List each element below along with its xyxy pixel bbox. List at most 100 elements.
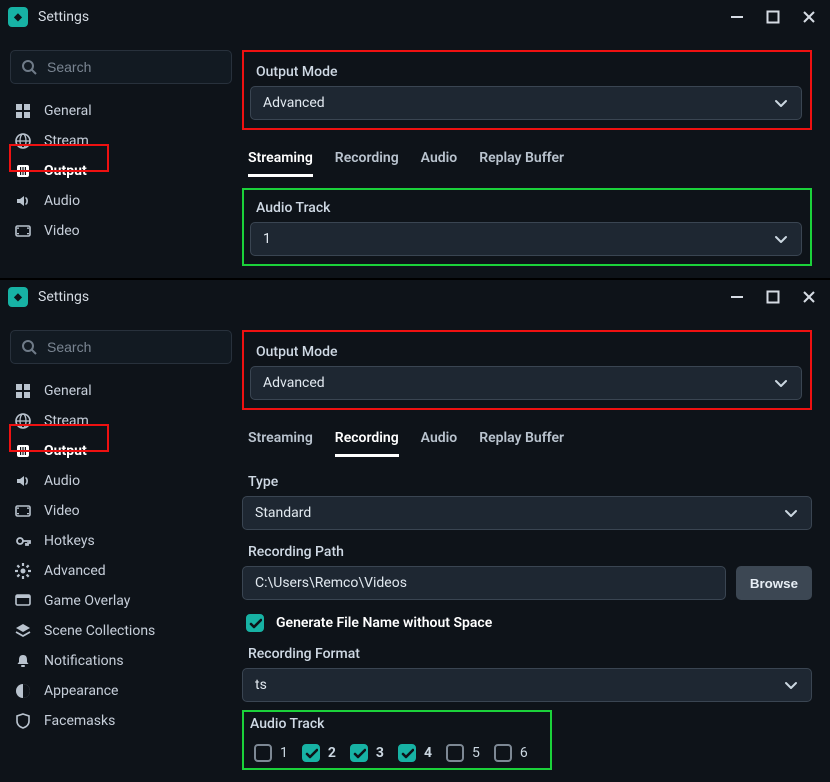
- track-1-label: 1: [280, 745, 288, 761]
- sidebar-item-advanced[interactable]: Advanced: [10, 556, 232, 586]
- sidebar-item-general[interactable]: General: [10, 96, 232, 126]
- close-button[interactable]: [800, 8, 818, 26]
- sidebar-item-audio[interactable]: Audio: [10, 186, 232, 216]
- recording-format-label: Recording Format: [242, 640, 812, 668]
- sidebar-item-label: Scene Collections: [44, 623, 155, 639]
- recording-format-select[interactable]: ts: [242, 668, 812, 702]
- speaker-icon: [14, 192, 32, 210]
- sidebar-item-facemasks[interactable]: Facemasks: [10, 706, 232, 736]
- tab-streaming[interactable]: Streaming: [248, 430, 313, 457]
- output-mode-select[interactable]: Advanced: [250, 86, 802, 120]
- settings-window-bottom: ◆ Settings General Stream Output Audio V…: [0, 280, 830, 782]
- output-mode-label: Output Mode: [250, 338, 802, 366]
- sidebar-item-label: Appearance: [44, 683, 118, 699]
- main-panel: Output Mode Advanced Streaming Recording…: [242, 34, 830, 278]
- search-field[interactable]: [47, 339, 221, 355]
- sidebar-item-label: Output: [44, 443, 87, 459]
- sidebar: General Stream Output Audio Video Hotkey…: [0, 314, 242, 782]
- sidebar-item-label: Advanced: [44, 563, 106, 579]
- audio-track-label: Audio Track: [244, 712, 550, 738]
- output-mode-value: Advanced: [263, 375, 325, 391]
- film-icon: [14, 222, 32, 240]
- sidebar-item-stream[interactable]: Stream: [10, 406, 232, 436]
- audio-track-checkbox-row: 1 2 3 4 5 6: [244, 738, 550, 768]
- output-icon: [14, 162, 32, 180]
- tab-replay-buffer[interactable]: Replay Buffer: [479, 430, 564, 457]
- sidebar-item-audio[interactable]: Audio: [10, 466, 232, 496]
- speaker-icon: [14, 472, 32, 490]
- maximize-button[interactable]: [764, 8, 782, 26]
- recording-path-label: Recording Path: [242, 538, 812, 566]
- shield-icon: [14, 712, 32, 730]
- search-input[interactable]: [10, 50, 232, 84]
- recording-path-input[interactable]: C:\Users\Remco\Videos: [242, 566, 726, 600]
- track-3-checkbox[interactable]: [350, 744, 368, 762]
- minimize-button[interactable]: [728, 288, 746, 306]
- browse-button[interactable]: Browse: [736, 566, 812, 600]
- type-label: Type: [242, 468, 812, 496]
- type-select[interactable]: Standard: [242, 496, 812, 530]
- bell-icon: [14, 652, 32, 670]
- track-2-checkbox[interactable]: [302, 744, 320, 762]
- sidebar-item-appearance[interactable]: Appearance: [10, 676, 232, 706]
- highlight-output-mode: Output Mode Advanced: [242, 50, 812, 130]
- sidebar-item-label: Notifications: [44, 653, 124, 669]
- layers-icon: [14, 622, 32, 640]
- track-6-checkbox[interactable]: [494, 744, 512, 762]
- chevron-down-icon: [773, 95, 789, 111]
- highlight-audio-track: Audio Track 1: [242, 188, 812, 266]
- audio-track-value: 1: [263, 231, 271, 247]
- sidebar-item-video[interactable]: Video: [10, 216, 232, 246]
- track-5-label: 5: [472, 745, 480, 761]
- audio-track-select[interactable]: 1: [250, 222, 802, 256]
- sidebar-item-label: General: [44, 103, 92, 119]
- sidebar-item-scene-collections[interactable]: Scene Collections: [10, 616, 232, 646]
- tab-replay-buffer[interactable]: Replay Buffer: [479, 150, 564, 177]
- search-field[interactable]: [47, 59, 221, 75]
- sidebar-item-label: Facemasks: [44, 713, 115, 729]
- track-1-checkbox[interactable]: [254, 744, 272, 762]
- main-panel: Output Mode Advanced Streaming Recording…: [242, 314, 830, 782]
- tab-audio[interactable]: Audio: [421, 430, 458, 457]
- track-2-label: 2: [328, 745, 336, 761]
- sidebar-item-label: Hotkeys: [44, 533, 95, 549]
- chevron-down-icon: [773, 375, 789, 391]
- tab-streaming[interactable]: Streaming: [248, 150, 313, 177]
- output-mode-select[interactable]: Advanced: [250, 366, 802, 400]
- sidebar-item-hotkeys[interactable]: Hotkeys: [10, 526, 232, 556]
- close-button[interactable]: [800, 288, 818, 306]
- generate-filename-checkbox[interactable]: [246, 614, 264, 632]
- sidebar-item-label: Game Overlay: [44, 593, 130, 609]
- highlight-audio-track: Audio Track 1 2 3 4 5 6: [242, 710, 552, 770]
- search-input[interactable]: [10, 330, 232, 364]
- tab-recording[interactable]: Recording: [335, 430, 399, 457]
- track-5-checkbox[interactable]: [446, 744, 464, 762]
- recording-format-value: ts: [255, 677, 267, 693]
- sidebar-item-label: Audio: [44, 473, 80, 489]
- sidebar-item-output[interactable]: Output: [10, 436, 232, 466]
- gear-icon: [14, 562, 32, 580]
- globe-icon: [14, 132, 32, 150]
- chevron-down-icon: [783, 505, 799, 521]
- output-mode-label: Output Mode: [250, 58, 802, 86]
- generate-filename-label: Generate File Name without Space: [276, 615, 492, 631]
- minimize-button[interactable]: [728, 8, 746, 26]
- sidebar: General Stream Output Audio Video: [0, 34, 242, 278]
- output-tabs: Streaming Recording Audio Replay Buffer: [242, 144, 812, 178]
- tab-audio[interactable]: Audio: [421, 150, 458, 177]
- sidebar-item-general[interactable]: General: [10, 376, 232, 406]
- sidebar-item-game-overlay[interactable]: Game Overlay: [10, 586, 232, 616]
- track-3-label: 3: [376, 745, 384, 761]
- sidebar-item-label: Stream: [44, 413, 89, 429]
- output-icon: [14, 442, 32, 460]
- window-title: Settings: [38, 289, 728, 305]
- track-4-checkbox[interactable]: [398, 744, 416, 762]
- sidebar-item-notifications[interactable]: Notifications: [10, 646, 232, 676]
- sidebar-item-stream[interactable]: Stream: [10, 126, 232, 156]
- maximize-button[interactable]: [764, 288, 782, 306]
- tab-recording[interactable]: Recording: [335, 150, 399, 177]
- sidebar-item-output[interactable]: Output: [10, 156, 232, 186]
- titlebar: ◆ Settings: [0, 0, 830, 34]
- audio-track-label: Audio Track: [250, 194, 802, 222]
- sidebar-item-video[interactable]: Video: [10, 496, 232, 526]
